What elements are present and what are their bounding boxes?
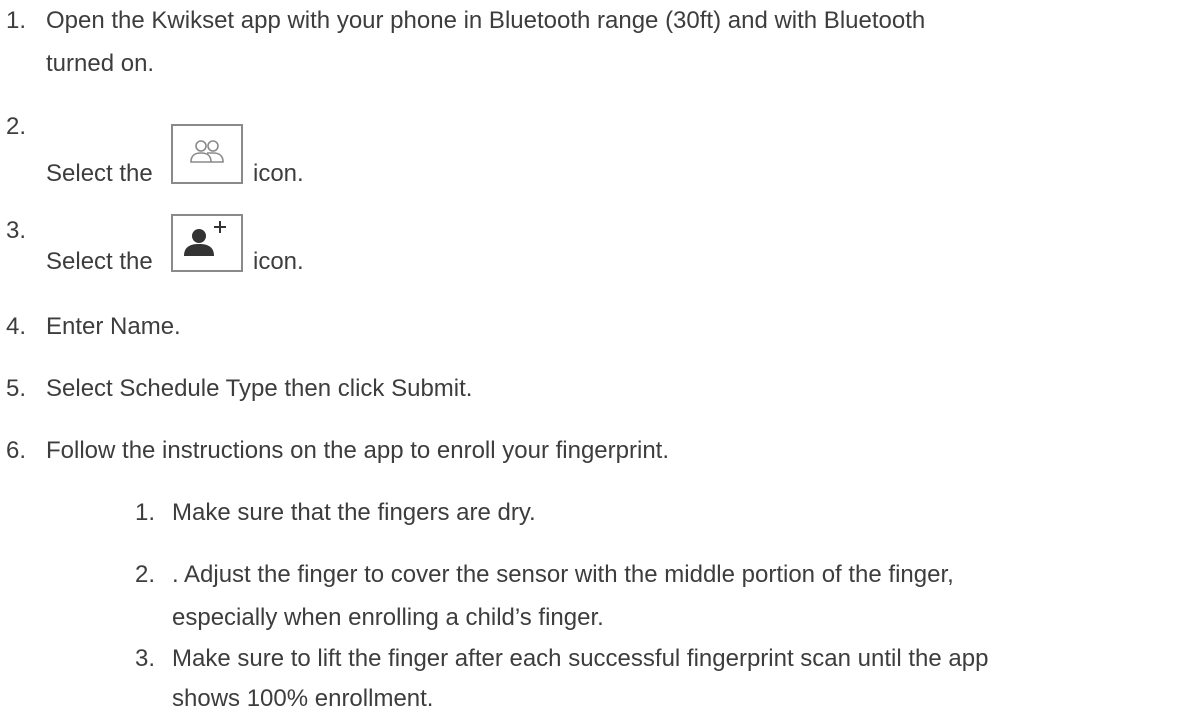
- step-3-number: 3.: [6, 217, 27, 244]
- substep-1-number: 1.: [135, 499, 156, 526]
- step-5-text: Select Schedule Type then click Submit.: [46, 375, 473, 402]
- substep-1-text: Make sure that the fingers are dry.: [172, 499, 536, 526]
- substep-2-number: 2.: [135, 561, 156, 588]
- substep-3-number: 3.: [135, 645, 156, 672]
- step-1-text-line1: Open the Kwikset app with your phone in …: [46, 7, 926, 34]
- step-2-line: Select the: [46, 160, 153, 188]
- step-2-after-text: icon.: [253, 160, 304, 187]
- step-1-number: 1.: [6, 7, 27, 34]
- users-icon: [171, 124, 243, 184]
- step-5-number: 5.: [6, 375, 27, 402]
- step-6-text: Follow the instructions on the app to en…: [46, 437, 670, 464]
- step-3-before-text: Select the: [46, 248, 153, 275]
- step-4-text: Enter Name.: [46, 313, 181, 340]
- substep-2-text-line2: especially when enrolling a child’s fing…: [172, 604, 604, 631]
- substep-3-text-line2: shows 100% enrollment.: [172, 685, 434, 712]
- substep-3-text-line1: Make sure to lift the finger after each …: [172, 645, 989, 672]
- step-4-number: 4.: [6, 313, 27, 340]
- step-2-number: 2.: [6, 113, 27, 140]
- add-user-icon: [171, 214, 243, 272]
- step-6-number: 6.: [6, 437, 27, 464]
- substep-2-text-line1: . Adjust the finger to cover the sensor …: [172, 561, 954, 588]
- step-1-text-line2: turned on.: [46, 50, 155, 77]
- step-2-before-text: Select the: [46, 160, 153, 187]
- step-3-line: Select the: [46, 248, 153, 276]
- step-3-after-text: icon.: [253, 248, 304, 275]
